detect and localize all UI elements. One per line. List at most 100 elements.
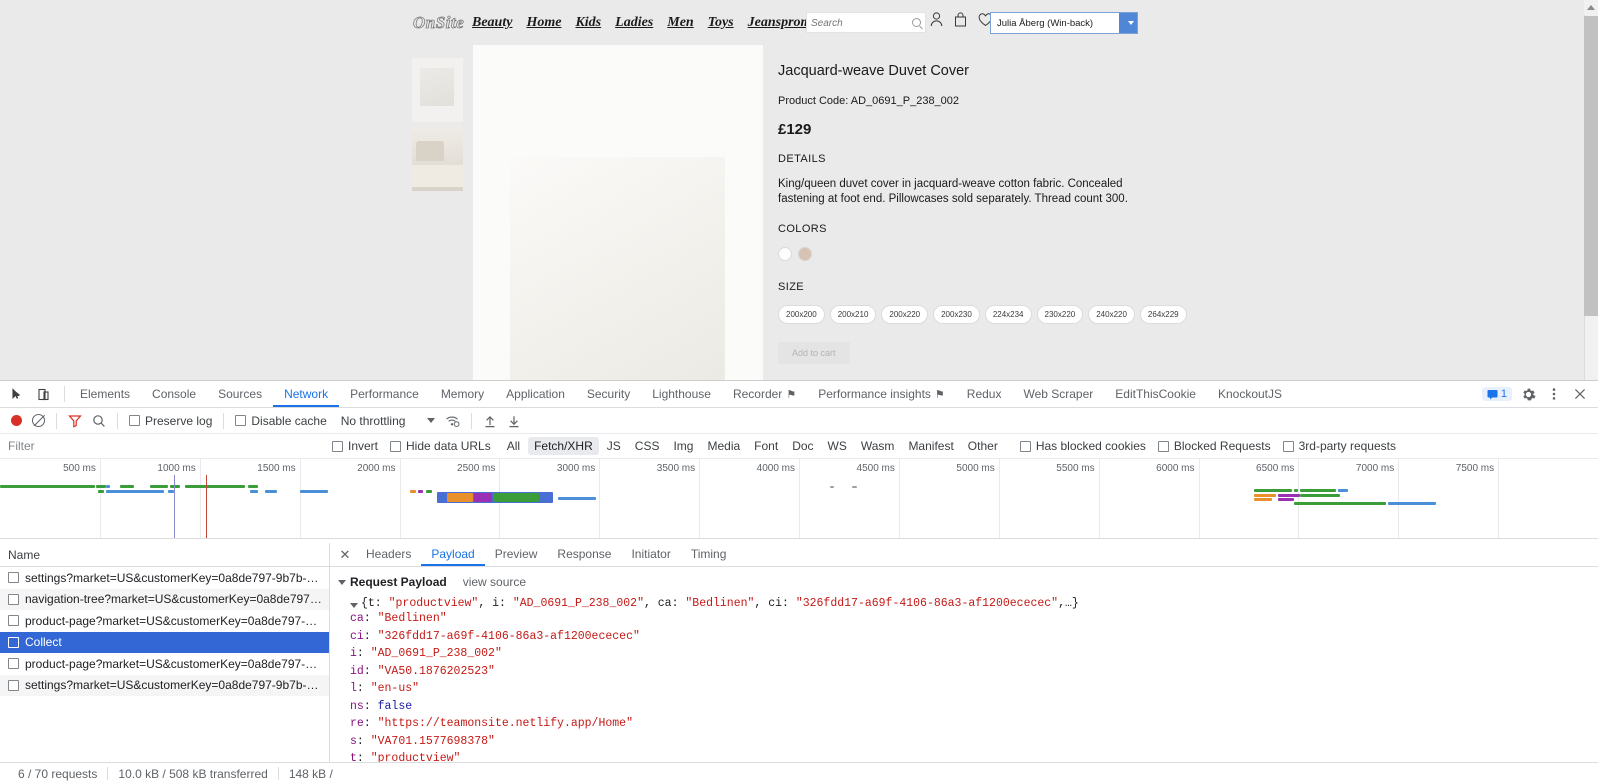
checkbox[interactable] (8, 679, 19, 691)
invert-checkbox[interactable]: Invert (326, 439, 384, 453)
site-logo[interactable]: OnSite (413, 13, 464, 33)
user-segment-select[interactable]: Julia Åberg (Win-back) (990, 12, 1138, 34)
clear-button[interactable] (27, 408, 50, 434)
console-message-badge[interactable]: 1 (1481, 387, 1512, 401)
filter-type-fetch-xhr[interactable]: Fetch/XHR (528, 437, 599, 455)
devtools-tab-sources[interactable]: Sources (207, 381, 273, 407)
chevron-down-icon[interactable] (1119, 13, 1137, 33)
devtools-tab-network[interactable]: Network (273, 381, 339, 407)
checkbox[interactable] (8, 615, 19, 627)
filter-input[interactable] (6, 436, 326, 456)
filter-type-other[interactable]: Other (962, 437, 1004, 455)
filter-type-img[interactable]: Img (667, 437, 699, 455)
table-row[interactable]: product-page?market=US&customerKey=0a8de… (0, 653, 329, 675)
filter-type-ws[interactable]: WS (822, 437, 853, 455)
payload-root-summary[interactable]: {t: "productview", i: "AD_0691_P_238_002… (338, 597, 1598, 610)
devtools-tab-knockoutjs[interactable]: KnockoutJS (1207, 381, 1293, 407)
checkbox[interactable] (1282, 440, 1294, 452)
nav-item-toys[interactable]: Toys (708, 15, 734, 31)
hide-data-urls-checkbox[interactable]: Hide data URLs (384, 439, 497, 453)
table-row[interactable]: navigation-tree?market=US&customerKey=0a… (0, 588, 329, 610)
nav-item-men[interactable]: Men (667, 15, 693, 31)
add-to-cart-button[interactable]: Add to cart (778, 342, 850, 364)
nav-item-kids[interactable]: Kids (575, 15, 601, 31)
preserve-log-checkbox[interactable]: Preserve log (124, 408, 217, 434)
devtools-tab-recorder[interactable]: Recorder ⚑ (722, 381, 807, 407)
checkbox[interactable] (8, 658, 19, 670)
filter-type-manifest[interactable]: Manifest (902, 437, 959, 455)
search-box[interactable] (806, 12, 926, 33)
throttling-select[interactable]: No throttling (332, 408, 441, 434)
bag-icon[interactable] (954, 12, 967, 27)
detail-tab-payload[interactable]: Payload (421, 543, 484, 566)
checkbox[interactable] (129, 415, 140, 426)
size-option[interactable]: 200x200 (778, 305, 825, 324)
devtools-tab-application[interactable]: Application (495, 381, 576, 407)
detail-tab-initiator[interactable]: Initiator (621, 543, 680, 566)
size-option[interactable]: 230x220 (1036, 305, 1084, 324)
filter-toggle-button[interactable] (63, 408, 87, 434)
devtools-tab-security[interactable]: Security (576, 381, 641, 407)
table-row[interactable]: settings?market=US&customerKey=0a8de797-… (0, 674, 329, 696)
devtools-tab-memory[interactable]: Memory (430, 381, 495, 407)
checkbox[interactable] (1157, 440, 1169, 452)
detail-tab-response[interactable]: Response (547, 543, 621, 566)
filter-type-js[interactable]: JS (601, 437, 627, 455)
search-input[interactable] (807, 14, 899, 33)
table-row[interactable]: Collect (0, 631, 329, 653)
settings-gear-icon[interactable] (1518, 384, 1538, 404)
thumbnail-product[interactable] (412, 58, 463, 122)
filter-type-all[interactable]: All (501, 437, 526, 455)
checkbox[interactable] (332, 440, 343, 452)
checkbox[interactable] (1019, 440, 1031, 452)
filter-type-media[interactable]: Media (701, 437, 746, 455)
size-option[interactable]: 200x210 (829, 305, 877, 324)
nav-item-ladies[interactable]: Ladies (615, 15, 653, 31)
close-icon[interactable] (1570, 384, 1590, 404)
filter-type-doc[interactable]: Doc (786, 437, 819, 455)
devtools-tab-redux[interactable]: Redux (956, 381, 1013, 407)
checkbox[interactable] (390, 440, 402, 452)
search-button[interactable] (87, 408, 111, 434)
expand-triangle-icon[interactable] (350, 603, 358, 608)
detail-tab-preview[interactable]: Preview (485, 543, 548, 566)
scroll-up-icon[interactable] (1584, 0, 1598, 15)
device-toolbar-icon[interactable] (32, 384, 54, 404)
page-scrollbar[interactable] (1584, 0, 1598, 380)
color-swatch-1[interactable] (798, 247, 812, 261)
devtools-tab-web-scraper[interactable]: Web Scraper (1012, 381, 1104, 407)
devtools-tab-performance[interactable]: Performance (339, 381, 430, 407)
checkbox[interactable] (8, 572, 19, 584)
table-row[interactable]: product-page?market=US&customerKey=0a8de… (0, 610, 329, 632)
devtools-tab-console[interactable]: Console (141, 381, 207, 407)
has-blocked-cookies-checkbox[interactable]: Has blocked cookies (1014, 439, 1152, 453)
checkbox[interactable] (235, 415, 247, 426)
scrollbar-thumb[interactable] (1584, 16, 1598, 316)
network-timeline-overview[interactable]: 500 ms 1000 ms 1500 ms 2000 ms 2500 ms 3000 m… (0, 459, 1598, 539)
size-option[interactable]: 264x229 (1139, 305, 1187, 324)
disable-cache-checkbox[interactable]: Disable cache (230, 408, 331, 434)
import-har-button[interactable] (478, 408, 502, 434)
inspect-element-icon[interactable] (6, 384, 28, 404)
size-option[interactable]: 240x220 (1088, 305, 1135, 324)
devtools-tab-performance-insights[interactable]: Performance insights ⚑ (807, 381, 956, 407)
filter-type-wasm[interactable]: Wasm (855, 437, 901, 455)
more-options-icon[interactable] (1544, 384, 1564, 404)
detail-tab-timing[interactable]: Timing (681, 543, 737, 566)
filter-type-css[interactable]: CSS (629, 437, 666, 455)
export-har-button[interactable] (502, 408, 526, 434)
checkbox[interactable] (8, 636, 19, 648)
devtools-tab-elements[interactable]: Elements (69, 381, 141, 407)
checkbox[interactable] (8, 593, 19, 605)
product-hero-image[interactable] (473, 45, 763, 380)
view-source-link[interactable]: view source (463, 575, 526, 589)
close-detail-icon[interactable]: ✕ (334, 544, 356, 566)
collapse-triangle-icon[interactable] (338, 579, 346, 585)
filter-type-font[interactable]: Font (748, 437, 784, 455)
detail-tab-headers[interactable]: Headers (356, 543, 421, 566)
size-option[interactable]: 200x220 (881, 305, 929, 324)
blocked-requests-checkbox[interactable]: Blocked Requests (1152, 439, 1277, 453)
size-option[interactable]: 200x230 (933, 305, 980, 324)
table-row[interactable]: settings?market=US&customerKey=0a8de797-… (0, 567, 329, 589)
size-option[interactable]: 224x234 (984, 305, 1032, 324)
